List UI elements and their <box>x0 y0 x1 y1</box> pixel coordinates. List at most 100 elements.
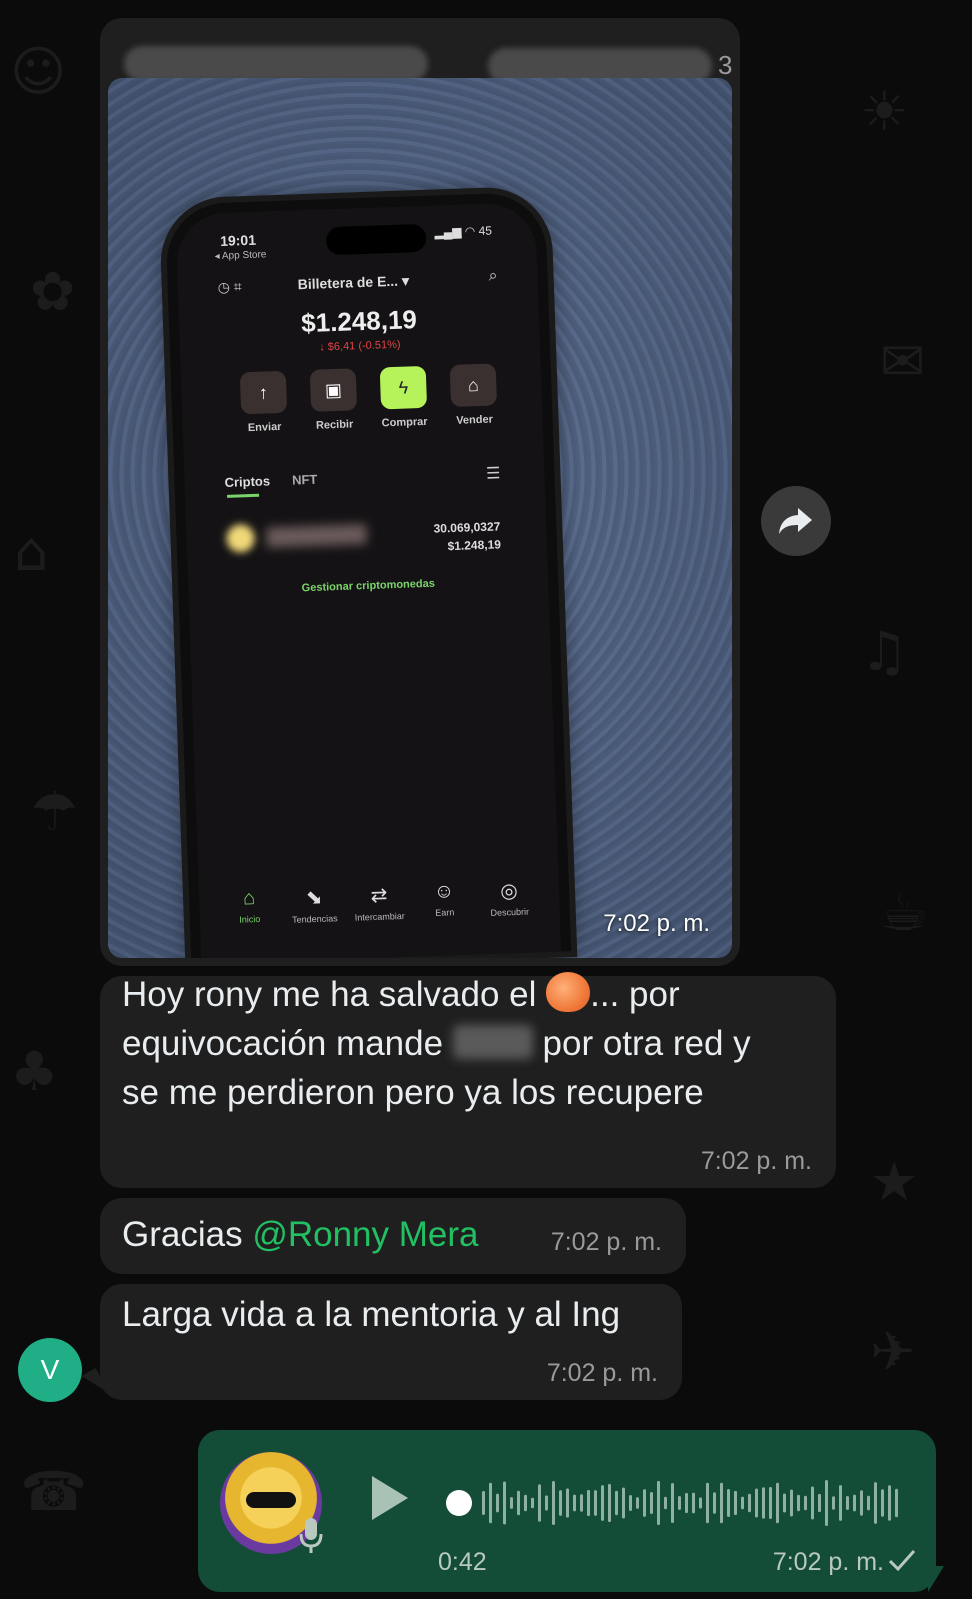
audio-waveform[interactable] <box>480 1474 900 1532</box>
waveform-bar <box>587 1489 590 1517</box>
signal-icon: ▂▄▆ <box>434 224 462 240</box>
forward-button[interactable] <box>761 486 831 556</box>
single-check-icon <box>888 1550 916 1572</box>
wallet-name: Billetera de E... ▾ <box>297 272 410 293</box>
filter-icon: ☰ <box>485 465 501 483</box>
sunglasses-icon <box>246 1492 296 1508</box>
active-tab-indicator <box>227 493 260 498</box>
wallet-actions: ↑ Enviar ▣ Recibir ϟ Comprar ⌂ Vender <box>233 363 505 434</box>
waveform-bar <box>664 1496 667 1510</box>
message-time: 7:02 p. m. <box>546 1359 658 1387</box>
playback-scrubber[interactable] <box>446 1490 472 1516</box>
waveform-bar <box>482 1491 485 1515</box>
nav-tendencias: ⬊ Tendencias <box>284 884 345 925</box>
message-body: Larga vida a la mentoria y al Ing <box>122 1295 621 1334</box>
waveform-bar <box>699 1497 702 1509</box>
waveform-bar <box>874 1482 877 1524</box>
tab-nft: NFT <box>291 471 318 488</box>
waveform-bar <box>727 1488 730 1518</box>
swap-icon: ⇄ <box>370 884 388 908</box>
waveform-bar <box>713 1492 716 1514</box>
waveform-bar <box>489 1482 492 1524</box>
wallet-bottom-nav: ⌂ Inicio ⬊ Tendencias ⇄ Intercambiar ☺ Earn … <box>219 877 540 927</box>
chevron-down-icon: ▾ <box>401 272 410 289</box>
back-to-app-label: ◂ App Store <box>214 249 267 263</box>
forward-icon <box>779 508 812 534</box>
nav-descubrir: ◎ Descubrir <box>479 877 540 918</box>
waveform-bar <box>538 1484 541 1522</box>
nav-inicio: ⌂ Inicio <box>219 886 280 927</box>
image-message[interactable]: 3 19:01 ◂ App Store ▂▄▆ ◠ 45 ◷ ⌗ Billete… <box>100 18 740 966</box>
waveform-bar <box>839 1485 842 1521</box>
waveform-bar <box>888 1485 891 1521</box>
waveform-bar <box>615 1490 618 1516</box>
waveform-bar <box>818 1493 821 1513</box>
waveform-bar <box>573 1494 576 1512</box>
copy-icon: ▣ <box>309 368 358 412</box>
message-time: 7:02 p. m. <box>603 910 710 937</box>
play-button[interactable] <box>370 1474 410 1522</box>
waveform-bar <box>594 1490 597 1516</box>
voice-note-message[interactable]: 0:42 7:02 p. m. <box>198 1430 936 1592</box>
manage-crypto-link: Gestionar criptomonedas <box>301 577 436 595</box>
waveform-bar <box>622 1487 625 1519</box>
wifi-icon: ◠ <box>464 224 476 239</box>
lightning-icon: ϟ <box>379 365 428 410</box>
waveform-bar <box>720 1482 723 1524</box>
text-message[interactable]: Hoy rony me ha salvado el ... por equivo… <box>100 972 836 1188</box>
waveform-bar <box>559 1490 562 1516</box>
waveform-bar <box>643 1489 646 1517</box>
earn-icon: ☺ <box>433 880 455 903</box>
battery-label: 45 <box>478 223 493 238</box>
waveform-bar <box>580 1494 583 1512</box>
scan-icon: ⌗ <box>233 278 243 295</box>
blurred-asset-name <box>266 524 367 548</box>
redacted-sender-name <box>124 46 428 82</box>
nav-earn: ☺ Earn <box>414 879 475 920</box>
waveform-bar <box>783 1493 786 1513</box>
waveform-bar <box>734 1490 737 1516</box>
waveform-bar <box>811 1486 814 1520</box>
waveform-bar <box>545 1495 548 1511</box>
action-vender: ⌂ Vender <box>443 363 505 427</box>
waveform-bar <box>510 1497 513 1509</box>
waveform-bar <box>748 1493 751 1513</box>
tab-criptos: Criptos <box>224 473 271 490</box>
waveform-bar <box>503 1481 506 1525</box>
message-time: 7:02 p. m. <box>772 1548 884 1576</box>
coin-icon <box>226 523 256 553</box>
text-message[interactable]: Larga vida a la mentoria y al Ing 7:02 p… <box>100 1284 682 1400</box>
waveform-bar <box>895 1488 898 1518</box>
trend-icon: ⬊ <box>305 886 323 910</box>
mic-icon <box>299 1518 323 1553</box>
message-body: Hoy rony me ha salvado el ... por equivo… <box>122 970 822 1117</box>
nav-intercambiar: ⇄ Intercambiar <box>349 882 410 923</box>
message-time: 7:02 p. m. <box>550 1228 662 1256</box>
voice-duration: 0:42 <box>438 1548 487 1576</box>
action-comprar: ϟ Comprar <box>373 365 435 430</box>
action-label: Comprar <box>381 415 428 430</box>
waveform-bar <box>496 1493 499 1513</box>
action-label: Enviar <box>247 420 282 435</box>
action-recibir: ▣ Recibir <box>303 368 365 432</box>
waveform-bar <box>755 1488 758 1518</box>
waveform-bar <box>629 1494 632 1512</box>
waveform-bar <box>776 1482 779 1524</box>
waveform-bar <box>825 1480 828 1526</box>
waveform-bar <box>524 1494 527 1512</box>
bank-icon: ⌂ <box>449 363 498 407</box>
text-message[interactable]: Gracias @Ronny Mera 7:02 p. m. <box>100 1198 686 1274</box>
user-mention[interactable]: @Ronny Mera <box>252 1215 478 1254</box>
peach-emoji-icon <box>546 972 591 1012</box>
phone-in-photo: 19:01 ◂ App Store ▂▄▆ ◠ 45 ◷ ⌗ Billetera… <box>164 191 572 958</box>
waveform-bar <box>692 1492 695 1514</box>
photo-attachment[interactable]: 19:01 ◂ App Store ▂▄▆ ◠ 45 ◷ ⌗ Billetera… <box>108 78 732 958</box>
action-enviar: ↑ Enviar <box>233 370 295 435</box>
asset-amount: 30.069,0327 $1.248,19 <box>433 519 502 554</box>
waveform-bar <box>790 1489 793 1517</box>
sender-avatar[interactable]: V <box>18 1338 82 1402</box>
message-time: 7:02 p. m. <box>700 1147 812 1175</box>
action-label: Vender <box>456 413 494 427</box>
waveform-bar <box>566 1488 569 1518</box>
wallet-app-screen: 19:01 ◂ App Store ▂▄▆ ◠ 45 ◷ ⌗ Billetera… <box>175 201 562 958</box>
